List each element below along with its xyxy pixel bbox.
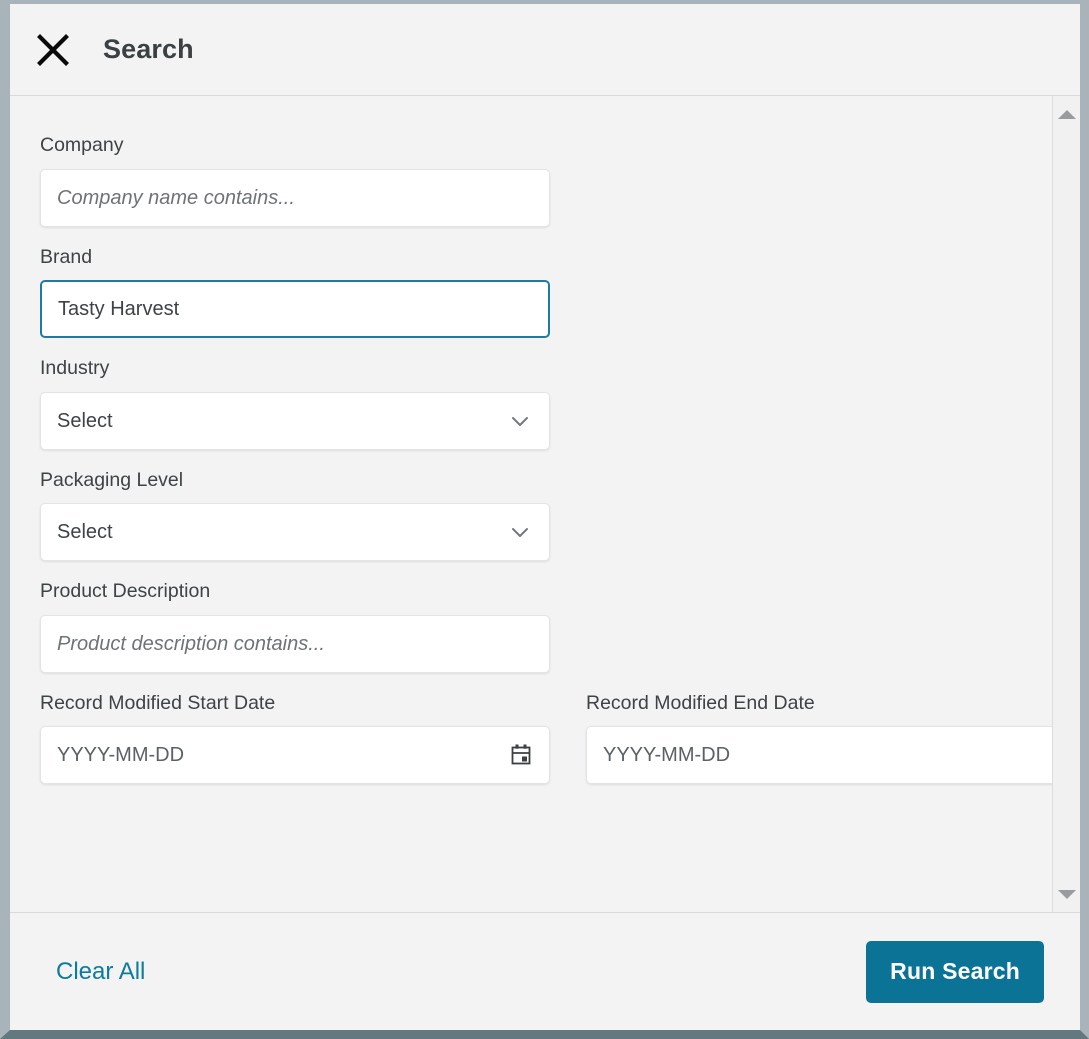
label-product-description: Product Description — [40, 580, 211, 602]
field-industry: Industry Select — [40, 357, 1022, 450]
field-company: Company Company name contains... — [40, 134, 1022, 227]
scrollbar-track[interactable] — [1053, 123, 1080, 885]
label-industry: Industry — [40, 357, 110, 379]
field-record-modified-start-date: Record Modified Start Date YYYY-MM-DD — [40, 691, 550, 784]
label-record-modified-start-date: Record Modified Start Date — [40, 691, 276, 714]
modal-footer: Clear All Run Search — [10, 913, 1080, 1030]
label-brand: Brand — [40, 245, 93, 268]
date-range-row: Record Modified Start Date YYYY-MM-DD Re… — [40, 691, 1052, 806]
modal-body: Company Company name contains... Brand T… — [10, 96, 1080, 913]
brand-input[interactable]: Tasty Harvest — [40, 280, 550, 338]
scroll-down-arrow-icon[interactable] — [1053, 885, 1081, 903]
field-packaging-level: Packaging Level Select — [40, 468, 1022, 561]
packaging-level-select[interactable]: Select — [40, 503, 550, 561]
label-company: Company — [40, 134, 124, 156]
scroll-up-arrow-icon[interactable] — [1053, 105, 1081, 123]
brand-input-value: Tasty Harvest — [58, 299, 180, 319]
close-button[interactable] — [30, 27, 76, 73]
company-input[interactable]: Company name contains... — [40, 168, 550, 227]
search-form: Company Company name contains... Brand T… — [10, 134, 1052, 806]
packaging-level-select-value: Select — [57, 522, 113, 542]
record-modified-end-date-input[interactable]: YYYY-MM-DD — [586, 726, 1052, 784]
label-record-modified-end-date: Record Modified End Date — [586, 691, 815, 714]
close-x-icon — [36, 33, 70, 67]
search-form-scroll-area: Company Company name contains... Brand T… — [10, 96, 1052, 912]
record-modified-start-date-input[interactable]: YYYY-MM-DD — [40, 726, 550, 784]
vertical-scrollbar[interactable] — [1052, 96, 1080, 912]
product-description-input-placeholder: Product description contains... — [57, 633, 325, 654]
industry-select[interactable]: Select — [40, 391, 550, 450]
run-search-button[interactable]: Run Search — [866, 940, 1044, 1003]
product-description-input[interactable]: Product description contains... — [40, 614, 550, 673]
page-title: Search — [103, 34, 194, 64]
industry-select-value: Select — [57, 410, 113, 431]
label-packaging-level: Packaging Level — [40, 468, 184, 491]
chevron-down-icon — [507, 519, 533, 545]
field-record-modified-end-date: Record Modified End Date YYYY-MM-DD — [586, 691, 1052, 784]
end-date-placeholder: YYYY-MM-DD — [603, 745, 731, 765]
clear-all-button[interactable]: Clear All — [56, 959, 145, 984]
company-input-placeholder: Company name contains... — [57, 187, 295, 208]
search-modal-window: Search Company Company name contains... … — [0, 0, 1089, 1039]
modal-header: Search — [10, 4, 1080, 96]
field-product-description: Product Description Product description … — [40, 580, 1022, 673]
field-brand: Brand Tasty Harvest — [40, 245, 1022, 338]
start-date-placeholder: YYYY-MM-DD — [57, 745, 185, 765]
chevron-down-icon — [507, 408, 533, 434]
calendar-icon[interactable] — [510, 744, 532, 767]
